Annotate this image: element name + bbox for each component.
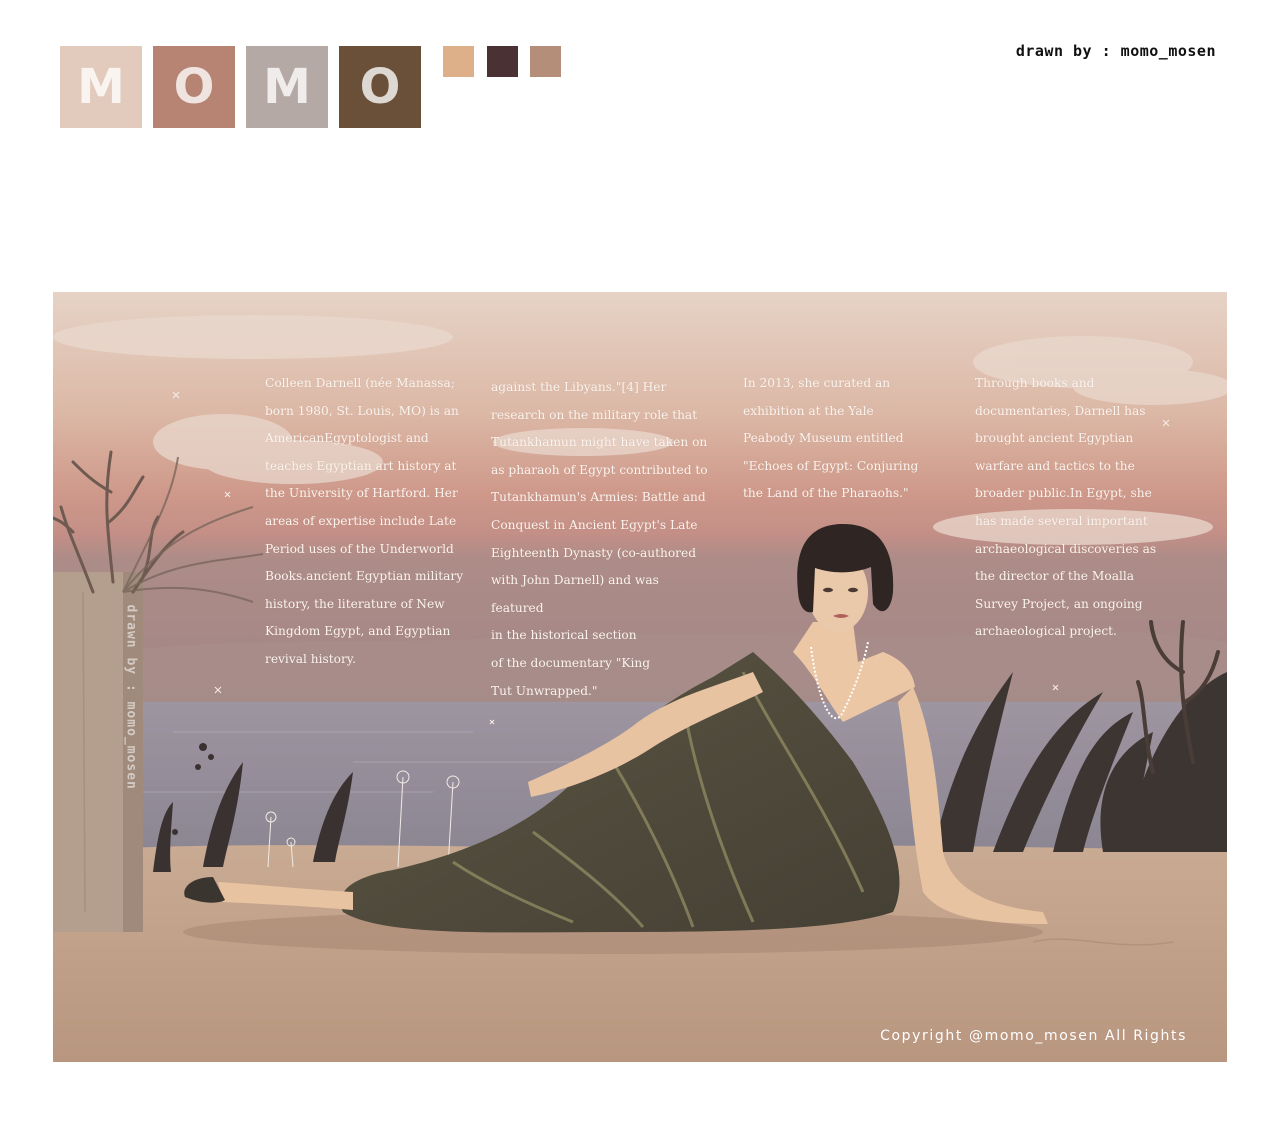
logo-swatch-o2: O — [339, 46, 421, 128]
text-column-3: In 2013, she curated an exhibition at th… — [743, 376, 919, 501]
palette-swatch — [443, 46, 474, 77]
logo-swatch-m1: M — [60, 46, 142, 128]
text-column-1: Colleen Darnell (née Manassa; born 1980,… — [265, 376, 464, 666]
logo-swatch-o1: O — [153, 46, 235, 128]
logo-letter: O — [173, 59, 215, 115]
logo-letter: O — [359, 59, 401, 115]
text-column-2: against the Libyans."[4] Her research on… — [491, 380, 708, 698]
text-column-4: Through books and documentaries, Darnell… — [975, 376, 1157, 639]
logo-letter: M — [263, 59, 311, 115]
artist-credit: drawn by : momo_mosen — [1015, 42, 1216, 60]
logo-letter: M — [77, 59, 125, 115]
side-credit: drawn by : momo_mosen — [123, 604, 139, 790]
palette-swatch — [530, 46, 561, 77]
palette-swatch — [487, 46, 518, 77]
illustration: Colleen Darnell (née Manassa; born 1980,… — [53, 292, 1227, 1062]
copyright-notice: Copyright @momo_mosen All Rights — [880, 1028, 1187, 1044]
logo-swatch-m2: M — [246, 46, 328, 128]
